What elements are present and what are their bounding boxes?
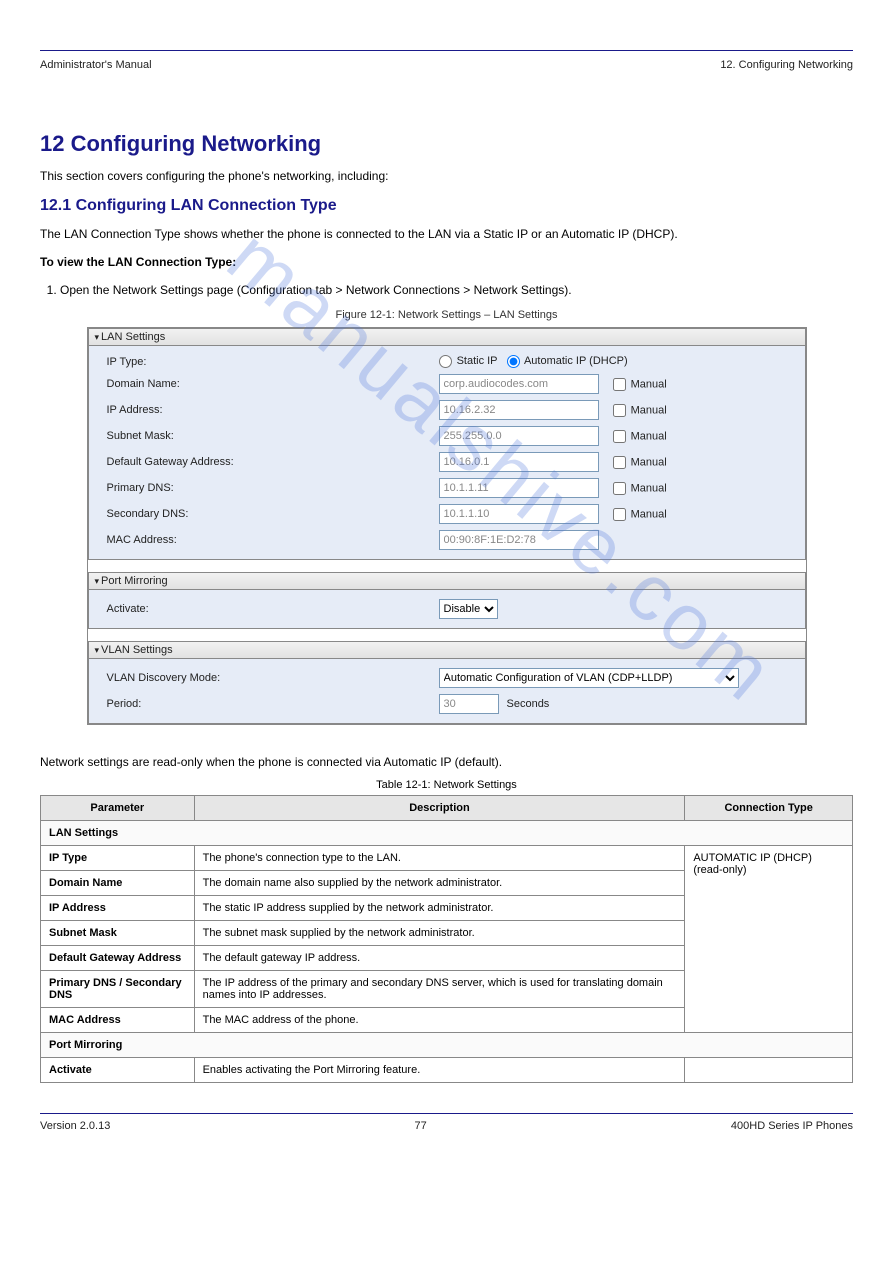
period-label: Period: (99, 698, 439, 710)
group-port-mirroring: Port Mirroring (41, 1033, 853, 1058)
secondary-dns-manual[interactable]: Manual (613, 508, 667, 521)
steps-intro: To view the LAN Connection Type: (40, 253, 853, 271)
mac-input (439, 530, 599, 550)
lan-settings-group: LAN Settings IP Type: Static IP Automati… (88, 328, 806, 560)
static-ip-radio[interactable]: Static IP (439, 355, 498, 367)
row-mac-d: The MAC address of the phone. (194, 1008, 685, 1033)
gateway-label: Default Gateway Address: (99, 456, 439, 468)
primary-dns-label: Primary DNS: (99, 482, 439, 494)
row-iptype-p: IP Type (41, 846, 195, 871)
row-activate-d: Enables activating the Port Mirroring fe… (194, 1058, 685, 1083)
table-caption: Table 12-1: Network Settings (40, 779, 853, 791)
row-gw-d: The default gateway IP address. (194, 946, 685, 971)
domain-name-input[interactable] (439, 374, 599, 394)
footer-left: Version 2.0.13 (40, 1120, 110, 1132)
bottom-rule (40, 1113, 853, 1114)
step-list: Open the Network Settings page (Configur… (60, 281, 853, 299)
vlan-discovery-label: VLAN Discovery Mode: (99, 672, 439, 684)
subnet-mask-input[interactable] (439, 426, 599, 446)
step-item: Open the Network Settings page (Configur… (60, 281, 853, 299)
group-lan: LAN Settings (41, 821, 853, 846)
subnet-mask-label: Subnet Mask: (99, 430, 439, 442)
th-description: Description (194, 796, 685, 821)
row-dns-p: Primary DNS / Secondary DNS (41, 971, 195, 1008)
vlan-discovery-select[interactable]: Automatic Configuration of VLAN (CDP+LLD… (439, 668, 739, 688)
vlan-settings-header[interactable]: VLAN Settings (89, 642, 805, 659)
row-activate-c (685, 1058, 853, 1083)
section-body: The LAN Connection Type shows whether th… (40, 225, 853, 243)
seconds-label: Seconds (507, 698, 550, 710)
period-input[interactable] (439, 694, 499, 714)
table-intro: Network settings are read-only when the … (40, 755, 853, 769)
row-ip-p: IP Address (41, 896, 195, 921)
domain-name-label: Domain Name: (99, 378, 439, 390)
row-domain-d: The domain name also supplied by the net… (194, 871, 685, 896)
domain-name-manual[interactable]: Manual (613, 378, 667, 391)
page-header: Administrator's Manual 12. Configuring N… (40, 59, 853, 71)
port-mirroring-header[interactable]: Port Mirroring (89, 573, 805, 590)
row-subnet-d: The subnet mask supplied by the network … (194, 921, 685, 946)
ip-address-label: IP Address: (99, 404, 439, 416)
activate-select[interactable]: Disable (439, 599, 498, 619)
row-subnet-p: Subnet Mask (41, 921, 195, 946)
row-iptype-d: The phone's connection type to the LAN. (194, 846, 685, 871)
ip-address-input[interactable] (439, 400, 599, 420)
mac-label: MAC Address: (99, 534, 439, 546)
parameters-table: Parameter Description Connection Type LA… (40, 795, 853, 1083)
primary-dns-input[interactable] (439, 478, 599, 498)
row-conntype: AUTOMATIC IP (DHCP) (read-only) (685, 846, 853, 1033)
row-activate-p: Activate (41, 1058, 195, 1083)
row-ip-d: The static IP address supplied by the ne… (194, 896, 685, 921)
gateway-input[interactable] (439, 452, 599, 472)
footer-right: 400HD Series IP Phones (731, 1120, 853, 1132)
footer-center: 77 (415, 1120, 427, 1132)
network-settings-panel: LAN Settings IP Type: Static IP Automati… (87, 327, 807, 725)
row-mac-p: MAC Address (41, 1008, 195, 1033)
secondary-dns-label: Secondary DNS: (99, 508, 439, 520)
row-gw-p: Default Gateway Address (41, 946, 195, 971)
vlan-settings-group: VLAN Settings VLAN Discovery Mode: Autom… (88, 641, 806, 724)
th-parameter: Parameter (41, 796, 195, 821)
row-dns-d: The IP address of the primary and second… (194, 971, 685, 1008)
top-rule (40, 50, 853, 51)
port-mirroring-group: Port Mirroring Activate: Disable (88, 572, 806, 629)
lan-settings-header[interactable]: LAN Settings (89, 329, 805, 346)
page-footer: Version 2.0.13 77 400HD Series IP Phones (40, 1120, 853, 1132)
ip-address-manual[interactable]: Manual (613, 404, 667, 417)
page-title: 12 Configuring Networking (40, 131, 853, 157)
secondary-dns-input[interactable] (439, 504, 599, 524)
activate-label: Activate: (99, 603, 439, 615)
intro-text: This section covers configuring the phon… (40, 167, 853, 185)
section-title: 12.1 Configuring LAN Connection Type (40, 197, 853, 215)
automatic-ip-radio[interactable]: Automatic IP (DHCP) (507, 355, 628, 367)
gateway-manual[interactable]: Manual (613, 456, 667, 469)
primary-dns-manual[interactable]: Manual (613, 482, 667, 495)
th-connection-type: Connection Type (685, 796, 853, 821)
subnet-mask-manual[interactable]: Manual (613, 430, 667, 443)
ip-type-label: IP Type: (99, 356, 439, 368)
figure-caption: Figure 12-1: Network Settings – LAN Sett… (40, 309, 853, 321)
header-left: Administrator's Manual (40, 59, 152, 71)
header-right: 12. Configuring Networking (720, 59, 853, 71)
row-domain-p: Domain Name (41, 871, 195, 896)
